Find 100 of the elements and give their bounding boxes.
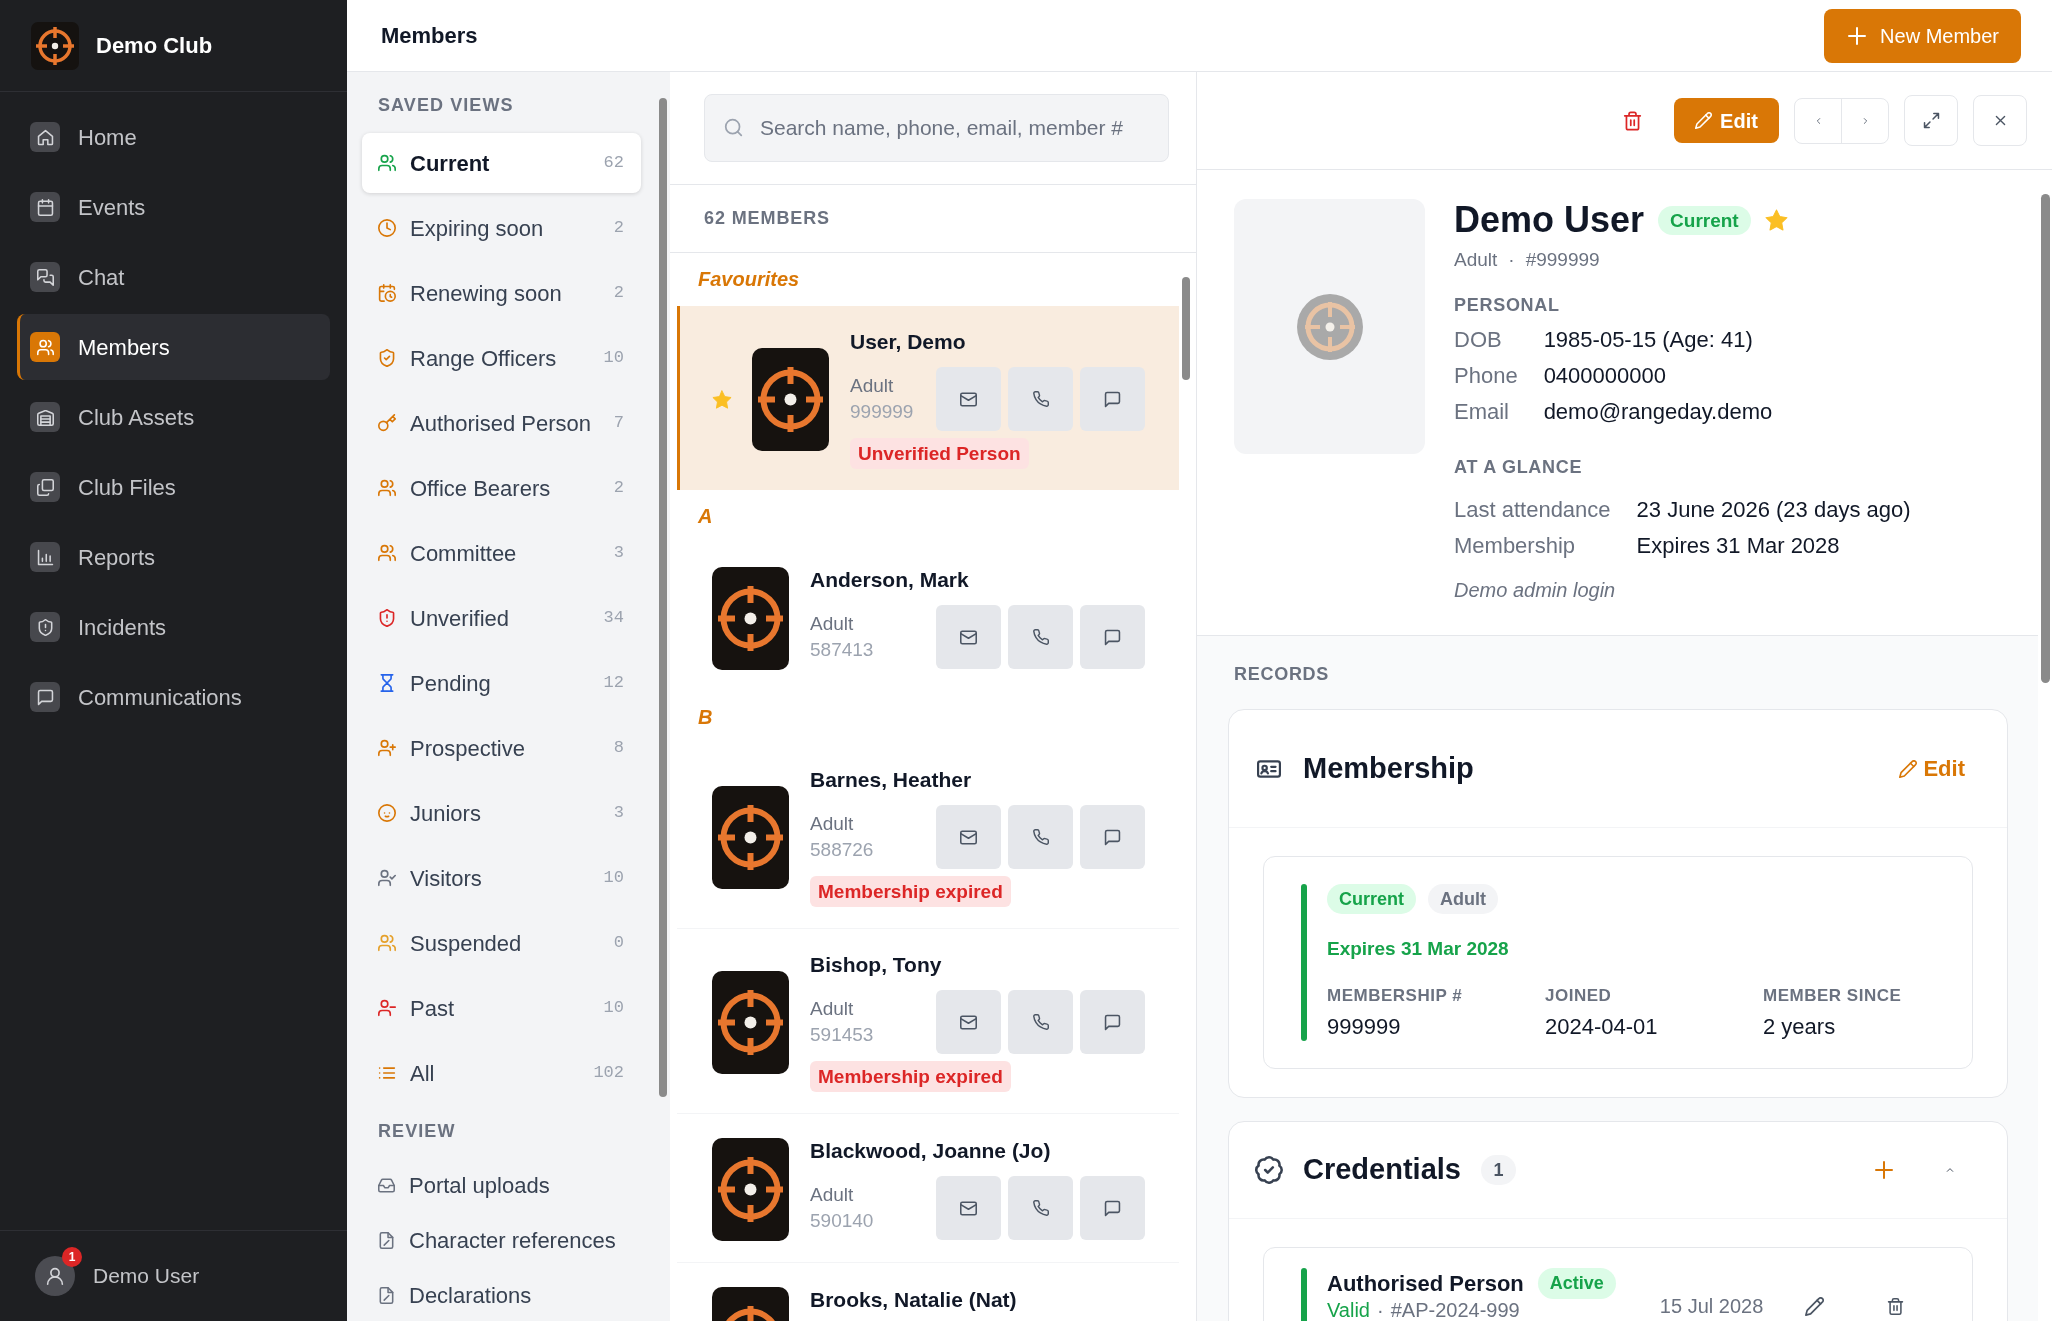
scrollbar-thumb[interactable]: [659, 98, 667, 1097]
message-button[interactable]: [1080, 605, 1145, 669]
home-icon: [30, 122, 60, 152]
email-button[interactable]: [936, 1176, 1001, 1240]
field-value: 2 years: [1763, 1013, 1836, 1041]
saved-view-item[interactable]: Current 62: [362, 133, 641, 193]
expand-button[interactable]: [1904, 95, 1958, 146]
smiley-face-icon: [378, 804, 396, 822]
item-count: 2: [613, 282, 624, 305]
nav-item[interactable]: Communications: [17, 664, 330, 730]
nav-item[interactable]: Reports: [17, 524, 330, 590]
message-button[interactable]: [1080, 990, 1145, 1054]
saved-view-item[interactable]: Authorised Person 7: [362, 393, 641, 453]
nav-item[interactable]: Events: [17, 174, 330, 240]
member-name: Brooks, Natalie (Nat): [810, 1288, 1017, 1312]
saved-view-item[interactable]: Expiring soon 2: [362, 198, 641, 258]
email-button[interactable]: [936, 805, 1001, 869]
message-button[interactable]: [1080, 367, 1145, 431]
copy-icon: [30, 472, 60, 502]
field-value: 23 June 2026 (23 days ago): [1636, 496, 1911, 524]
item-count: 62: [603, 152, 624, 175]
saved-view-item[interactable]: Committee 3: [362, 523, 641, 583]
status-badge: Active: [1537, 1268, 1616, 1299]
member-row[interactable]: Barnes, Heather Adult 588726 Membership expired: [677, 744, 1179, 928]
saved-view-item[interactable]: All 102: [362, 1043, 641, 1103]
nav-item[interactable]: Chat: [17, 244, 330, 310]
separator-dot: ·: [1508, 248, 1515, 272]
message-button[interactable]: [1080, 1176, 1145, 1240]
field-label: JOINED: [1545, 985, 1612, 1007]
nav-item[interactable]: Members: [17, 314, 330, 380]
saved-view-item[interactable]: Unverified 34: [362, 588, 641, 648]
member-number: 587413: [810, 638, 874, 662]
call-button[interactable]: [1008, 367, 1073, 431]
message-button[interactable]: [1080, 805, 1145, 869]
pencil-icon: [1804, 1296, 1824, 1316]
shield-alert-icon: [378, 609, 396, 627]
scrollbar-thumb[interactable]: [2040, 194, 2050, 683]
nav-item[interactable]: Home: [17, 104, 330, 170]
item-count: 2: [613, 217, 624, 240]
field-label: Email: [1454, 398, 1509, 426]
saved-view-item[interactable]: Renewing soon 2: [362, 263, 641, 323]
item-count: 0: [613, 932, 624, 955]
field-label: Phone: [1454, 362, 1518, 390]
field-value: Expires 31 Mar 2028: [1636, 532, 1840, 560]
call-button[interactable]: [1008, 805, 1073, 869]
nav-item[interactable]: Club Files: [17, 454, 330, 520]
member-row[interactable]: Blackwood, Joanne (Jo) Adult 590140: [677, 1113, 1179, 1262]
review-item[interactable]: Character references: [362, 1219, 641, 1261]
nav-item[interactable]: Incidents: [17, 594, 330, 660]
item-count: 3: [613, 542, 624, 565]
saved-view-item[interactable]: Range Officers 10: [362, 328, 641, 388]
call-button[interactable]: [1008, 605, 1073, 669]
nav-item[interactable]: Club Assets: [17, 384, 330, 450]
member-category: Adult: [810, 1183, 854, 1207]
member-row[interactable]: Bishop, Tony Adult 591453 Membership expired: [677, 928, 1179, 1113]
plus-icon: [1873, 1159, 1895, 1181]
profile-note: Demo admin login: [1454, 578, 1616, 603]
member-row[interactable]: User, Demo Adult 999999 Unverified Person: [677, 306, 1179, 490]
call-button[interactable]: [1008, 990, 1073, 1054]
status-badge: Current: [1658, 205, 1751, 235]
saved-view-item[interactable]: Office Bearers 2: [362, 458, 641, 518]
shield-check-icon: [378, 349, 396, 367]
saved-view-item[interactable]: Prospective 8: [362, 718, 641, 778]
status-badge: Current: [1327, 884, 1416, 914]
member-row[interactable]: Anderson, Mark Adult 587413: [677, 543, 1179, 691]
review-item[interactable]: Portal uploads: [362, 1164, 641, 1206]
calendar-clock-icon: [378, 284, 396, 302]
email-button[interactable]: [936, 990, 1001, 1054]
people-icon: [378, 544, 396, 562]
saved-view-item[interactable]: Pending 12: [362, 653, 641, 713]
calendar-icon: [30, 192, 60, 222]
saved-view-item[interactable]: Suspended 0: [362, 913, 641, 973]
badge-check-icon: [1255, 1156, 1283, 1184]
phone-icon: [1032, 1200, 1049, 1216]
star-icon[interactable]: [1764, 208, 1788, 232]
email-button[interactable]: [936, 367, 1001, 431]
section-heading: AT A GLANCE: [1454, 456, 1583, 479]
saved-view-item[interactable]: Visitors 10: [362, 848, 641, 908]
accent-bar: [1301, 1268, 1307, 1321]
field-label: Last attendance: [1454, 496, 1611, 524]
star-icon[interactable]: [712, 389, 732, 410]
close-button[interactable]: [1973, 95, 2027, 146]
key-icon: [378, 414, 396, 432]
member-name: Blackwood, Joanne (Jo): [810, 1139, 1051, 1163]
saved-view-item[interactable]: Juniors 3: [362, 783, 641, 843]
message-icon: [1104, 628, 1121, 646]
member-name: User, Demo: [850, 330, 966, 354]
member-row[interactable]: Brooks, Natalie (Nat): [677, 1262, 1179, 1321]
status-badge: Unverified Person: [850, 438, 1029, 469]
chat-bubbles-icon: [30, 262, 60, 292]
member-number: 591453: [810, 1023, 874, 1047]
search-field[interactable]: Search name, phone, email, member #: [704, 94, 1169, 162]
person-check-icon: [378, 869, 396, 887]
email-button[interactable]: [936, 605, 1001, 669]
call-button[interactable]: [1008, 1176, 1073, 1240]
field-label: DOB: [1454, 326, 1502, 354]
scrollbar-thumb[interactable]: [1182, 277, 1190, 380]
saved-view-item[interactable]: Past 10: [362, 978, 641, 1038]
review-item[interactable]: Declarations: [362, 1274, 641, 1316]
notification-badge: 1: [62, 1247, 82, 1267]
